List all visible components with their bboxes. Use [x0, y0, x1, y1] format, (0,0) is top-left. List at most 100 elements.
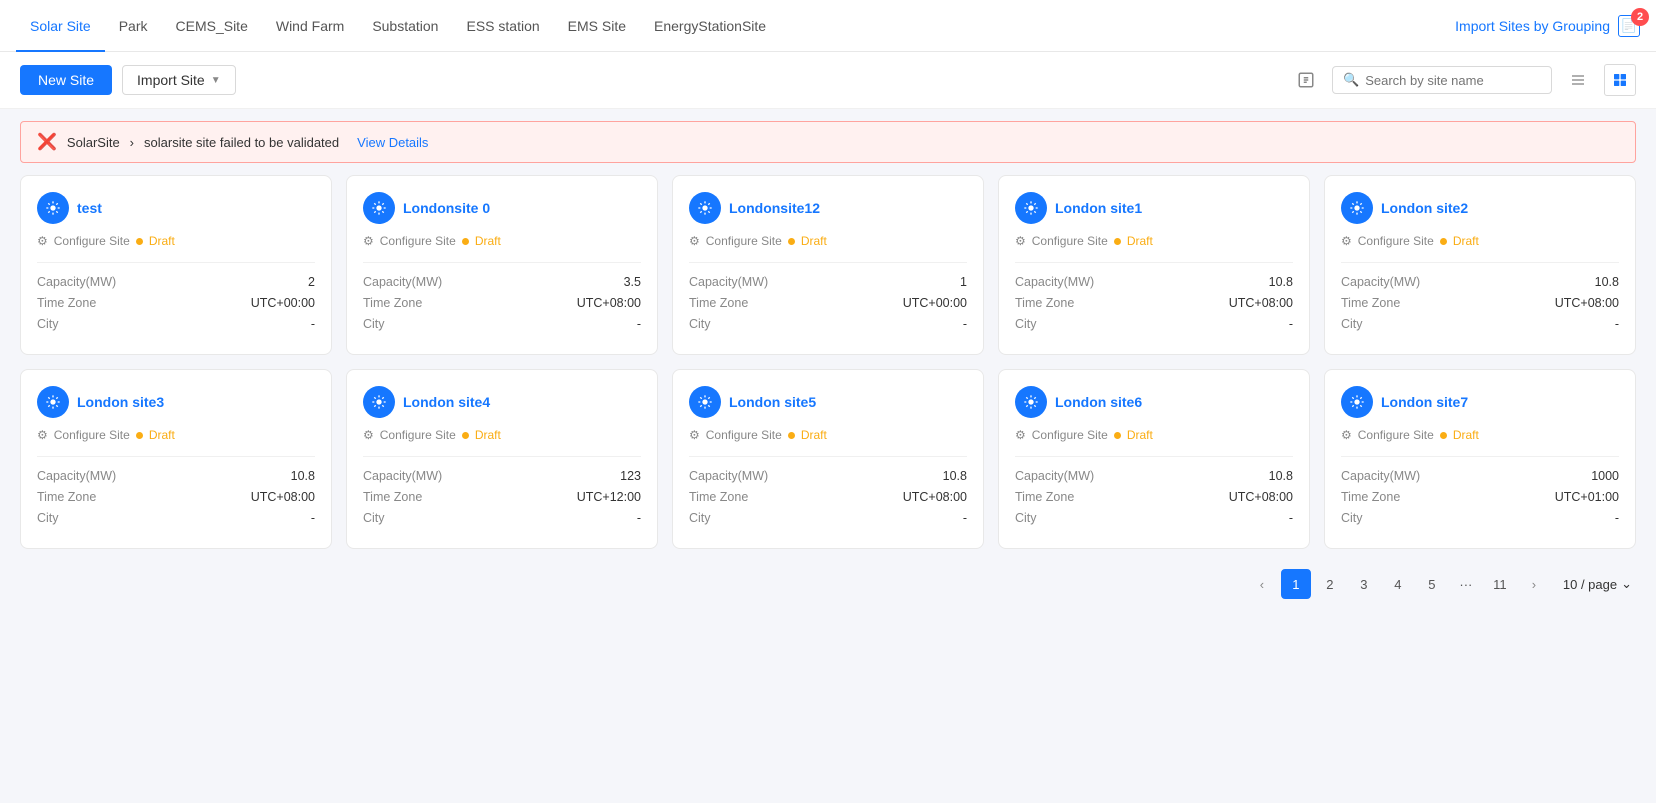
- capacity-value: 123: [620, 469, 641, 483]
- city-row: City -: [1015, 511, 1293, 525]
- configure-label: Configure Site: [1032, 234, 1108, 248]
- timezone-value: UTC+08:00: [903, 490, 967, 504]
- timezone-row: Time Zone UTC+12:00: [363, 490, 641, 504]
- import-grouping-button[interactable]: Import Sites by Grouping 📄 2: [1455, 15, 1640, 37]
- toolbar-right: 🔍: [1290, 64, 1636, 96]
- configure-label: Configure Site: [54, 234, 130, 248]
- timezone-row: Time Zone UTC+08:00: [689, 490, 967, 504]
- timezone-row: Time Zone UTC+08:00: [1341, 296, 1619, 310]
- status-dot: [1440, 432, 1447, 439]
- site-card[interactable]: London site4 ⚙ Configure Site Draft Capa…: [346, 369, 658, 549]
- card-sub: ⚙ Configure Site Draft: [689, 234, 967, 248]
- site-icon: [689, 192, 721, 224]
- timezone-value: UTC+08:00: [251, 490, 315, 504]
- status-badge: Draft: [475, 428, 501, 442]
- card-sub: ⚙ Configure Site Draft: [363, 234, 641, 248]
- card-divider: [689, 262, 967, 263]
- error-separator: ›: [130, 135, 134, 150]
- error-prefix: SolarSite: [67, 135, 120, 150]
- card-header: test: [37, 192, 315, 224]
- city-row: City -: [689, 511, 967, 525]
- page-button-5[interactable]: 5: [1417, 569, 1447, 599]
- site-card[interactable]: London site5 ⚙ Configure Site Draft Capa…: [672, 369, 984, 549]
- search-icon: 🔍: [1343, 72, 1359, 88]
- status-badge: Draft: [801, 428, 827, 442]
- site-card[interactable]: London site3 ⚙ Configure Site Draft Capa…: [20, 369, 332, 549]
- page-size-select[interactable]: 10 / page ⌄: [1563, 576, 1632, 592]
- site-card[interactable]: London site1 ⚙ Configure Site Draft Capa…: [998, 175, 1310, 355]
- site-name: London site5: [729, 394, 816, 410]
- capacity-row: Capacity(MW) 10.8: [1341, 275, 1619, 289]
- list-view-icon-button[interactable]: [1562, 64, 1594, 96]
- card-header: Londonsite12: [689, 192, 967, 224]
- timezone-row: Time Zone UTC+08:00: [363, 296, 641, 310]
- card-header: London site3: [37, 386, 315, 418]
- timezone-value: UTC+08:00: [1229, 490, 1293, 504]
- new-site-button[interactable]: New Site: [20, 65, 112, 95]
- capacity-row: Capacity(MW) 3.5: [363, 275, 641, 289]
- capacity-value: 10.8: [943, 469, 967, 483]
- city-label: City: [1341, 317, 1363, 331]
- card-divider: [37, 456, 315, 457]
- tab-ems-site[interactable]: EMS Site: [554, 0, 640, 52]
- view-details-link[interactable]: View Details: [357, 135, 428, 150]
- tab-substation[interactable]: Substation: [358, 0, 452, 52]
- page-button-4[interactable]: 4: [1383, 569, 1413, 599]
- search-input[interactable]: [1365, 73, 1541, 88]
- import-dropdown-arrow: ▼: [211, 75, 221, 86]
- import-site-button[interactable]: Import Site ▼: [122, 65, 236, 95]
- city-row: City -: [1341, 317, 1619, 331]
- site-card[interactable]: London site2 ⚙ Configure Site Draft Capa…: [1324, 175, 1636, 355]
- tab-wind-farm[interactable]: Wind Farm: [262, 0, 358, 52]
- city-row: City -: [363, 317, 641, 331]
- site-card[interactable]: London site6 ⚙ Configure Site Draft Capa…: [998, 369, 1310, 549]
- status-dot: [462, 238, 469, 245]
- next-page-button[interactable]: ›: [1519, 569, 1549, 599]
- export-icon-button[interactable]: [1290, 64, 1322, 96]
- capacity-value: 10.8: [1269, 469, 1293, 483]
- page-size-label: 10 / page: [1563, 577, 1617, 592]
- tabs-bar: Solar SiteParkCEMS_SiteWind FarmSubstati…: [0, 0, 1656, 52]
- page-button-3[interactable]: 3: [1349, 569, 1379, 599]
- import-site-label: Import Site: [137, 72, 205, 88]
- page-button-last[interactable]: 11: [1485, 569, 1515, 599]
- prev-page-button[interactable]: ‹: [1247, 569, 1277, 599]
- site-name: test: [77, 200, 102, 216]
- timezone-row: Time Zone UTC+00:00: [689, 296, 967, 310]
- tab-park[interactable]: Park: [105, 0, 162, 52]
- tab-cems-site[interactable]: CEMS_Site: [162, 0, 262, 52]
- site-card[interactable]: London site7 ⚙ Configure Site Draft Capa…: [1324, 369, 1636, 549]
- card-sub: ⚙ Configure Site Draft: [1341, 234, 1619, 248]
- search-box[interactable]: 🔍: [1332, 66, 1552, 94]
- tab-ess-station[interactable]: ESS station: [452, 0, 553, 52]
- timezone-label: Time Zone: [689, 296, 748, 310]
- city-label: City: [1015, 317, 1037, 331]
- site-name: Londonsite12: [729, 200, 820, 216]
- card-divider: [1015, 262, 1293, 263]
- page-button-2[interactable]: 2: [1315, 569, 1345, 599]
- configure-icon: ⚙: [1341, 428, 1352, 442]
- site-icon: [689, 386, 721, 418]
- capacity-label: Capacity(MW): [1015, 275, 1094, 289]
- toolbar: New Site Import Site ▼ 🔍: [0, 52, 1656, 109]
- page-button-1[interactable]: 1: [1281, 569, 1311, 599]
- timezone-value: UTC+12:00: [577, 490, 641, 504]
- tab-solar-site[interactable]: Solar Site: [16, 0, 105, 52]
- city-value: -: [311, 317, 315, 331]
- timezone-label: Time Zone: [363, 296, 422, 310]
- capacity-value: 10.8: [1269, 275, 1293, 289]
- timezone-label: Time Zone: [1015, 296, 1074, 310]
- tab-energy-station-site[interactable]: EnergyStationSite: [640, 0, 780, 52]
- capacity-value: 10.8: [291, 469, 315, 483]
- site-card[interactable]: Londonsite12 ⚙ Configure Site Draft Capa…: [672, 175, 984, 355]
- status-badge: Draft: [149, 428, 175, 442]
- capacity-label: Capacity(MW): [689, 275, 768, 289]
- site-card[interactable]: test ⚙ Configure Site Draft Capacity(MW)…: [20, 175, 332, 355]
- city-label: City: [689, 511, 711, 525]
- city-row: City -: [363, 511, 641, 525]
- site-card[interactable]: Londonsite 0 ⚙ Configure Site Draft Capa…: [346, 175, 658, 355]
- status-badge: Draft: [1453, 428, 1479, 442]
- grid-view-icon-button[interactable]: [1604, 64, 1636, 96]
- card-divider: [1015, 456, 1293, 457]
- status-dot: [136, 238, 143, 245]
